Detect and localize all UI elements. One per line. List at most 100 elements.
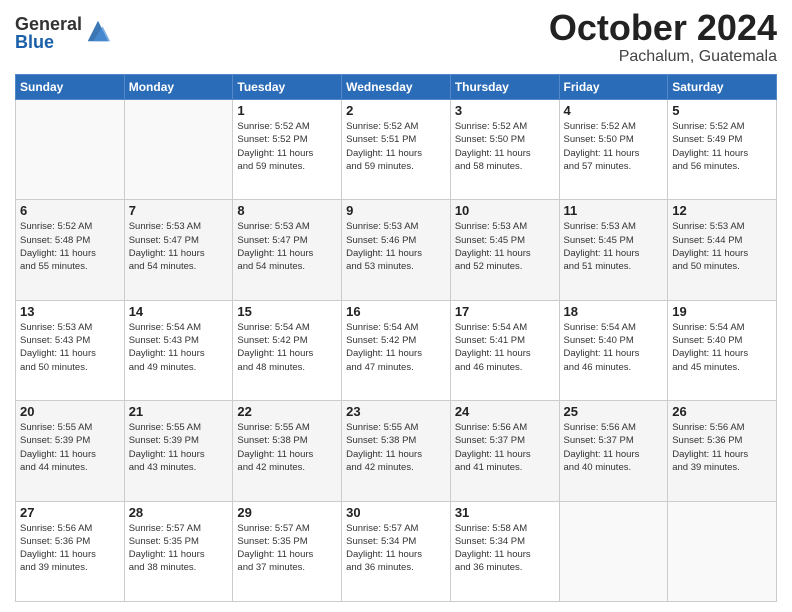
- day-number: 25: [564, 404, 664, 419]
- day-info: Sunrise: 5:57 AM Sunset: 5:35 PM Dayligh…: [237, 522, 337, 575]
- table-row: 26 Sunrise: 5:56 AM Sunset: 5:36 PM Dayli…: [668, 401, 777, 501]
- table-row: 27Sunrise: 5:56 AM Sunset: 5:36 PM Dayli…: [16, 501, 125, 601]
- table-row: [668, 501, 777, 601]
- table-row: 14 Sunrise: 5:54 AM Sunset: 5:43 PM Dayli…: [124, 300, 233, 400]
- day-number: 10: [455, 203, 555, 218]
- day-info: Sunrise: 5:54 AM Sunset: 5:40 PM Dayligh…: [564, 321, 664, 374]
- header-friday: Friday: [559, 75, 668, 100]
- logo: General Blue: [15, 15, 112, 51]
- day-info: Sunrise: 5:54 AM Sunset: 5:40 PM Dayligh…: [672, 321, 772, 374]
- table-row: 16 Sunrise: 5:54 AM Sunset: 5:42 PM Dayli…: [342, 300, 451, 400]
- day-number: 29: [237, 505, 337, 520]
- table-row: 20 Sunrise: 5:55 AM Sunset: 5:39 PM Dayli…: [16, 401, 125, 501]
- day-number: 18: [564, 304, 664, 319]
- header-thursday: Thursday: [450, 75, 559, 100]
- table-row: 3Sunrise: 5:52 AM Sunset: 5:50 PM Daylig…: [450, 100, 559, 200]
- table-row: 29 Sunrise: 5:57 AM Sunset: 5:35 PM Dayli…: [233, 501, 342, 601]
- day-number: 15: [237, 304, 337, 319]
- day-number: 28: [129, 505, 229, 520]
- table-row: 6 Sunrise: 5:52 AM Sunset: 5:48 PM Daylig…: [16, 200, 125, 300]
- day-number: 6: [20, 203, 120, 218]
- day-info: Sunrise: 5:57 AM Sunset: 5:35 PM Dayligh…: [129, 522, 229, 575]
- table-row: 21 Sunrise: 5:55 AM Sunset: 5:39 PM Dayli…: [124, 401, 233, 501]
- table-row: 19 Sunrise: 5:54 AM Sunset: 5:40 PM Dayli…: [668, 300, 777, 400]
- day-info: Sunrise: 5:55 AM Sunset: 5:38 PM Dayligh…: [237, 421, 337, 474]
- table-row: [16, 100, 125, 200]
- day-info: Sunrise: 5:52 AM Sunset: 5:50 PM Dayligh…: [564, 120, 664, 173]
- day-info: Sunrise: 5:53 AM Sunset: 5:47 PM Dayligh…: [129, 220, 229, 273]
- table-row: 25 Sunrise: 5:56 AM Sunset: 5:37 PM Dayli…: [559, 401, 668, 501]
- day-info: Sunrise: 5:52 AM Sunset: 5:48 PM Dayligh…: [20, 220, 120, 273]
- day-number: 12: [672, 203, 772, 218]
- day-number: 14: [129, 304, 229, 319]
- table-row: 1Sunrise: 5:52 AM Sunset: 5:52 PM Daylig…: [233, 100, 342, 200]
- logo-general-text: General: [15, 15, 82, 33]
- day-info: Sunrise: 5:58 AM Sunset: 5:34 PM Dayligh…: [455, 522, 555, 575]
- day-number: 24: [455, 404, 555, 419]
- table-row: 15 Sunrise: 5:54 AM Sunset: 5:42 PM Dayli…: [233, 300, 342, 400]
- day-info: Sunrise: 5:54 AM Sunset: 5:41 PM Dayligh…: [455, 321, 555, 374]
- table-row: 13 Sunrise: 5:53 AM Sunset: 5:43 PM Dayli…: [16, 300, 125, 400]
- day-info: Sunrise: 5:55 AM Sunset: 5:39 PM Dayligh…: [20, 421, 120, 474]
- day-info: Sunrise: 5:55 AM Sunset: 5:38 PM Dayligh…: [346, 421, 446, 474]
- day-number: 11: [564, 203, 664, 218]
- day-number: 26: [672, 404, 772, 419]
- day-number: 5: [672, 103, 772, 118]
- day-number: 13: [20, 304, 120, 319]
- title-section: October 2024 Pachalum, Guatemala: [549, 10, 777, 66]
- day-number: 21: [129, 404, 229, 419]
- header-saturday: Saturday: [668, 75, 777, 100]
- table-row: 12 Sunrise: 5:53 AM Sunset: 5:44 PM Dayli…: [668, 200, 777, 300]
- day-info: Sunrise: 5:52 AM Sunset: 5:51 PM Dayligh…: [346, 120, 446, 173]
- header-wednesday: Wednesday: [342, 75, 451, 100]
- header: General Blue October 2024 Pachalum, Guat…: [15, 10, 777, 66]
- day-info: Sunrise: 5:54 AM Sunset: 5:42 PM Dayligh…: [346, 321, 446, 374]
- table-row: 9Sunrise: 5:53 AM Sunset: 5:46 PM Daylig…: [342, 200, 451, 300]
- day-number: 7: [129, 203, 229, 218]
- day-number: 4: [564, 103, 664, 118]
- table-row: 22 Sunrise: 5:55 AM Sunset: 5:38 PM Dayli…: [233, 401, 342, 501]
- day-info: Sunrise: 5:53 AM Sunset: 5:45 PM Dayligh…: [455, 220, 555, 273]
- day-info: Sunrise: 5:53 AM Sunset: 5:47 PM Dayligh…: [237, 220, 337, 273]
- day-info: Sunrise: 5:57 AM Sunset: 5:34 PM Dayligh…: [346, 522, 446, 575]
- day-info: Sunrise: 5:52 AM Sunset: 5:52 PM Dayligh…: [237, 120, 337, 173]
- day-number: 31: [455, 505, 555, 520]
- table-row: 31 Sunrise: 5:58 AM Sunset: 5:34 PM Dayli…: [450, 501, 559, 601]
- day-number: 9: [346, 203, 446, 218]
- table-row: 17Sunrise: 5:54 AM Sunset: 5:41 PM Dayli…: [450, 300, 559, 400]
- day-info: Sunrise: 5:53 AM Sunset: 5:43 PM Dayligh…: [20, 321, 120, 374]
- day-number: 8: [237, 203, 337, 218]
- day-info: Sunrise: 5:54 AM Sunset: 5:43 PM Dayligh…: [129, 321, 229, 374]
- table-row: 10 Sunrise: 5:53 AM Sunset: 5:45 PM Dayli…: [450, 200, 559, 300]
- day-info: Sunrise: 5:52 AM Sunset: 5:49 PM Dayligh…: [672, 120, 772, 173]
- table-row: 28 Sunrise: 5:57 AM Sunset: 5:35 PM Dayli…: [124, 501, 233, 601]
- day-info: Sunrise: 5:53 AM Sunset: 5:44 PM Dayligh…: [672, 220, 772, 273]
- location-subtitle: Pachalum, Guatemala: [549, 48, 777, 66]
- header-tuesday: Tuesday: [233, 75, 342, 100]
- day-info: Sunrise: 5:55 AM Sunset: 5:39 PM Dayligh…: [129, 421, 229, 474]
- day-number: 20: [20, 404, 120, 419]
- table-row: 11 Sunrise: 5:53 AM Sunset: 5:45 PM Dayli…: [559, 200, 668, 300]
- day-info: Sunrise: 5:56 AM Sunset: 5:37 PM Dayligh…: [564, 421, 664, 474]
- day-number: 30: [346, 505, 446, 520]
- table-row: 2 Sunrise: 5:52 AM Sunset: 5:51 PM Daylig…: [342, 100, 451, 200]
- table-row: [124, 100, 233, 200]
- table-row: 4 Sunrise: 5:52 AM Sunset: 5:50 PM Daylig…: [559, 100, 668, 200]
- day-number: 19: [672, 304, 772, 319]
- calendar-table: Sunday Monday Tuesday Wednesday Thursday…: [15, 74, 777, 602]
- day-number: 16: [346, 304, 446, 319]
- day-info: Sunrise: 5:52 AM Sunset: 5:50 PM Dayligh…: [455, 120, 555, 173]
- day-number: 2: [346, 103, 446, 118]
- table-row: 18 Sunrise: 5:54 AM Sunset: 5:40 PM Dayli…: [559, 300, 668, 400]
- day-number: 23: [346, 404, 446, 419]
- day-info: Sunrise: 5:56 AM Sunset: 5:37 PM Dayligh…: [455, 421, 555, 474]
- day-info: Sunrise: 5:53 AM Sunset: 5:45 PM Dayligh…: [564, 220, 664, 273]
- table-row: 8 Sunrise: 5:53 AM Sunset: 5:47 PM Daylig…: [233, 200, 342, 300]
- table-row: [559, 501, 668, 601]
- day-number: 22: [237, 404, 337, 419]
- table-row: 30 Sunrise: 5:57 AM Sunset: 5:34 PM Dayli…: [342, 501, 451, 601]
- table-row: 23 Sunrise: 5:55 AM Sunset: 5:38 PM Dayli…: [342, 401, 451, 501]
- table-row: 5 Sunrise: 5:52 AM Sunset: 5:49 PM Daylig…: [668, 100, 777, 200]
- day-info: Sunrise: 5:54 AM Sunset: 5:42 PM Dayligh…: [237, 321, 337, 374]
- day-info: Sunrise: 5:56 AM Sunset: 5:36 PM Dayligh…: [672, 421, 772, 474]
